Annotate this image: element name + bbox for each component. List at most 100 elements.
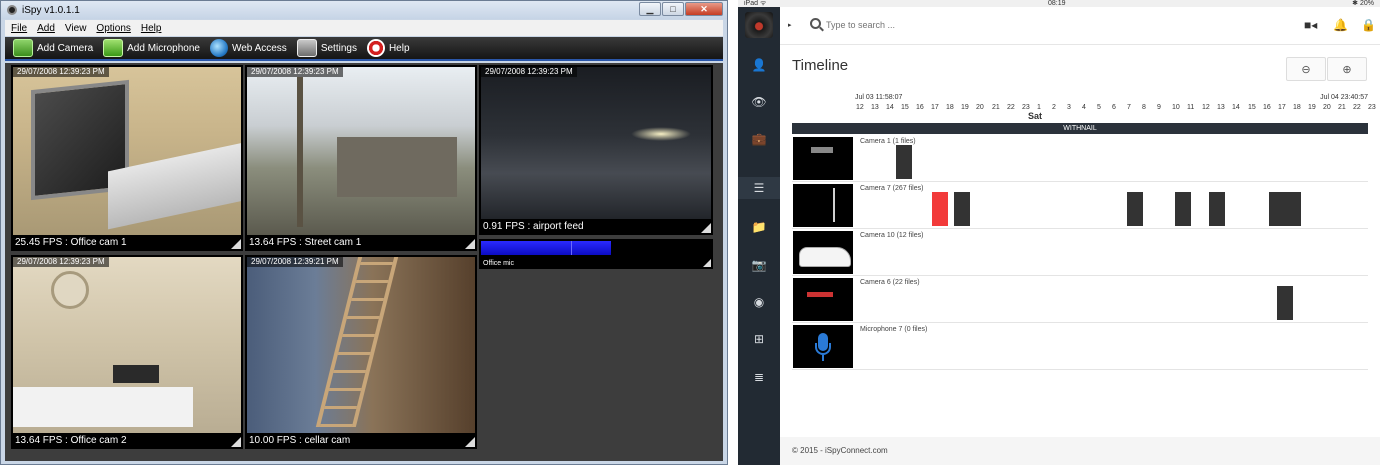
bell-icon[interactable]: 🔔 [1333, 18, 1348, 32]
add-camera-label: Add Camera [37, 42, 94, 54]
row-name: Camera 7 (267 files) [860, 185, 924, 192]
camera-icon[interactable]: 📷 [738, 254, 780, 276]
lifebuoy-icon [366, 39, 385, 57]
camera-label: 13.64 FPS : Office cam 2 [15, 435, 127, 446]
hour-tick: 17 [1278, 104, 1286, 111]
menu-options[interactable]: Options [96, 23, 130, 34]
hour-axis: 12 13 14 15 16 17 18 19 20 21 22 23 1 2 3 4 5 6 7 8 9 10 11 12 1… [856, 104, 1376, 114]
resize-handle[interactable] [703, 259, 711, 267]
row-thumbnail[interactable] [793, 231, 853, 274]
hour-tick: 20 [1323, 104, 1331, 111]
list-icon[interactable]: ≣ [738, 366, 780, 388]
row-thumbnail[interactable] [793, 278, 853, 321]
video-icon[interactable]: ■◂ [1304, 18, 1317, 32]
resize-handle[interactable] [465, 239, 475, 249]
camera-timestamp: 29/07/2008 12:39:23 PM [247, 67, 343, 77]
window-controls: ▁ □ ✕ [639, 2, 723, 16]
hour-tick: 8 [1142, 104, 1146, 111]
timeline-row[interactable]: Microphone 7 (0 files) [792, 323, 1368, 370]
recording-segment[interactable] [1209, 192, 1225, 226]
recording-segment[interactable] [1175, 192, 1191, 226]
eye-icon[interactable]: 👁 [738, 91, 780, 113]
recording-segment[interactable] [1127, 192, 1143, 226]
recording-segment[interactable] [954, 192, 970, 226]
ispy-logo-icon[interactable] [745, 12, 773, 38]
timeline-row[interactable]: Camera 6 (22 files) [792, 276, 1368, 323]
timeline-end-date: Jul 04 23:40:57 [1320, 94, 1368, 101]
hour-tick: 3 [1067, 104, 1071, 111]
hour-tick: 16 [916, 104, 924, 111]
zoom-in-button[interactable]: ⊕ [1327, 57, 1367, 81]
hour-tick: 10 [1172, 104, 1180, 111]
timeline-row[interactable]: Camera 7 (267 files) [792, 182, 1368, 229]
hour-tick: 15 [1248, 104, 1256, 111]
row-thumbnail[interactable] [793, 137, 853, 180]
recording-segment[interactable] [1277, 286, 1293, 320]
recording-segment-selected[interactable] [932, 192, 948, 226]
camera-label: 13.64 FPS : Street cam 1 [249, 237, 362, 248]
device-name: iPad ᯤ [744, 0, 767, 7]
recording-segment[interactable] [896, 145, 912, 179]
resize-handle[interactable] [465, 437, 475, 447]
minimize-button[interactable]: ▁ [639, 2, 661, 16]
timeline-row[interactable]: Camera 1 (1 files) [792, 135, 1368, 182]
zoom-out-button[interactable]: ⊖ [1286, 57, 1326, 81]
hour-tick: 1 [1037, 104, 1041, 111]
web-access-label: Web Access [231, 42, 287, 54]
hour-tick: 19 [1308, 104, 1316, 111]
camera-timestamp: 29/07/2008 12:39:23 PM [481, 67, 577, 77]
menu-add[interactable]: Add [37, 23, 55, 34]
recording-segment[interactable] [1269, 192, 1285, 226]
settings-button[interactable]: Settings [296, 39, 357, 57]
lock-icon[interactable]: 🔒 [1361, 18, 1376, 32]
row-name: Camera 1 (1 files) [860, 138, 916, 145]
menu-view[interactable]: View [65, 23, 87, 34]
resize-handle[interactable] [701, 223, 711, 233]
menu-file[interactable]: File [11, 23, 27, 34]
row-thumbnail[interactable] [793, 184, 853, 227]
hour-tick: 20 [976, 104, 984, 111]
web-access-button[interactable]: Web Access [209, 39, 287, 57]
close-button[interactable]: ✕ [685, 2, 723, 16]
camera-feed [13, 257, 241, 433]
camera-label: 0.91 FPS : airport feed [483, 221, 584, 232]
camera-tile-office-cam-1[interactable]: 29/07/2008 12:39:23 PM 25.45 FPS : Offic… [11, 65, 243, 251]
sidebar-nav: 👤 👁 💼 ☰ 📁 📷 ◉ ⊞ ≣ [738, 7, 780, 465]
camera-feed [481, 67, 711, 219]
expand-caret-icon[interactable]: ▸ [788, 21, 792, 29]
camera-timestamp: 29/07/2008 12:39:23 PM [13, 67, 109, 77]
recording-segment[interactable] [1285, 192, 1301, 226]
add-camera-button[interactable]: Add Camera [13, 39, 93, 57]
main-toolbar: Add Camera Add Microphone Web Access Set… [5, 37, 723, 61]
briefcase-icon[interactable]: 💼 [738, 128, 780, 150]
menu-help[interactable]: Help [141, 23, 162, 34]
camera-tile-airport-feed[interactable]: 29/07/2008 12:39:23 PM 0.91 FPS : airpor… [479, 65, 713, 235]
day-label: Sat [1028, 111, 1043, 121]
plus-square-icon[interactable]: ⊞ [738, 328, 780, 350]
microphone-tile-office-mic[interactable]: Office mic [479, 239, 713, 269]
camera-label: 10.00 FPS : cellar cam [249, 435, 351, 446]
resize-handle[interactable] [231, 239, 241, 249]
target-icon[interactable]: ◉ [738, 291, 780, 313]
hour-tick: 11 [1187, 104, 1195, 111]
person-icon[interactable]: 👤 [738, 54, 780, 76]
camera-feed [13, 67, 241, 235]
add-microphone-button[interactable]: Add Microphone [103, 39, 200, 57]
row-thumbnail[interactable] [793, 325, 853, 368]
hour-tick: 18 [946, 104, 954, 111]
folder-icon[interactable]: 📁 [738, 216, 780, 238]
camera-feed [247, 257, 475, 433]
camera-workspace: 29/07/2008 12:39:23 PM 25.45 FPS : Offic… [5, 63, 723, 461]
camera-tile-street-cam-1[interactable]: 29/07/2008 12:39:23 PM 13.64 FPS : Stree… [245, 65, 477, 251]
hour-tick: 5 [1097, 104, 1101, 111]
search-input[interactable] [826, 17, 1026, 33]
resize-handle[interactable] [231, 437, 241, 447]
camera-tile-cellar-cam[interactable]: 29/07/2008 12:39:21 PM 10.00 FPS : cella… [245, 255, 477, 449]
help-button[interactable]: Help [366, 39, 410, 57]
microphone-icon [815, 332, 831, 361]
help-label: Help [388, 42, 410, 54]
timeline-icon[interactable]: ☰ [738, 177, 780, 199]
timeline-row[interactable]: Camera 10 (12 files) [792, 229, 1368, 276]
camera-tile-office-cam-2[interactable]: 29/07/2008 12:39:23 PM 13.64 FPS : Offic… [11, 255, 243, 449]
maximize-button[interactable]: □ [662, 2, 684, 16]
